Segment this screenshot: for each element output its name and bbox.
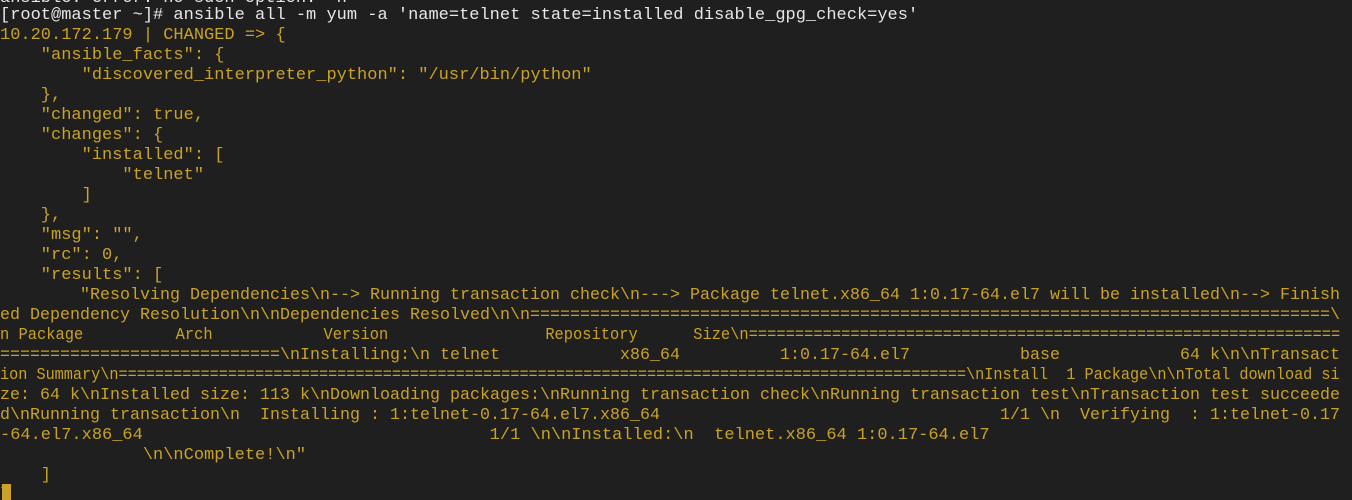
json-line: ]: [0, 186, 92, 205]
json-line: "discovered_interpreter_python": "/usr/b…: [0, 66, 592, 85]
json-line: },: [0, 86, 62, 105]
json-line: "changed": true,: [0, 106, 205, 125]
results-output-line: ze: 64 k\nInstalled size: 113 k\nDownloa…: [0, 386, 1340, 405]
json-line: "changes": {: [0, 126, 164, 145]
results-output-line: d\nRunning transaction\n Installing : 1:…: [0, 406, 1340, 425]
host-result-header: 10.20.172.179 | CHANGED => {: [0, 26, 286, 45]
text-cursor: [2, 484, 11, 500]
command-prompt-line: [root@master ~]# ansible all -m yum -a '…: [0, 6, 919, 25]
json-line: "rc": 0,: [0, 246, 123, 265]
results-output-line: -64.el7.x86_64 1/1 \n\nInstalled:\n teln…: [0, 426, 990, 445]
results-output-line: \n\nComplete!\n": [0, 446, 307, 465]
json-line: "telnet": [0, 166, 205, 185]
results-output-line: "Resolving Dependencies\n--> Running tra…: [0, 286, 1340, 305]
json-line: },: [0, 206, 62, 225]
results-output-line: ion Summary\n===========================…: [0, 366, 1340, 385]
json-line: "results": [: [0, 266, 164, 285]
json-line: "msg": "",: [0, 226, 143, 245]
json-line: "installed": [: [0, 146, 225, 165]
terminal-window[interactable]: ansible: error: no such option: -n [root…: [0, 0, 1352, 500]
results-output-line: ed Dependency Resolution\n\nDependencies…: [0, 306, 1340, 325]
json-line: "ansible_facts": {: [0, 46, 225, 65]
results-output-line: ============================\nInstalling…: [0, 346, 1340, 365]
json-line: ]: [0, 466, 52, 485]
results-output-line: n Package Arch Version Repository Size\n…: [0, 326, 1341, 345]
